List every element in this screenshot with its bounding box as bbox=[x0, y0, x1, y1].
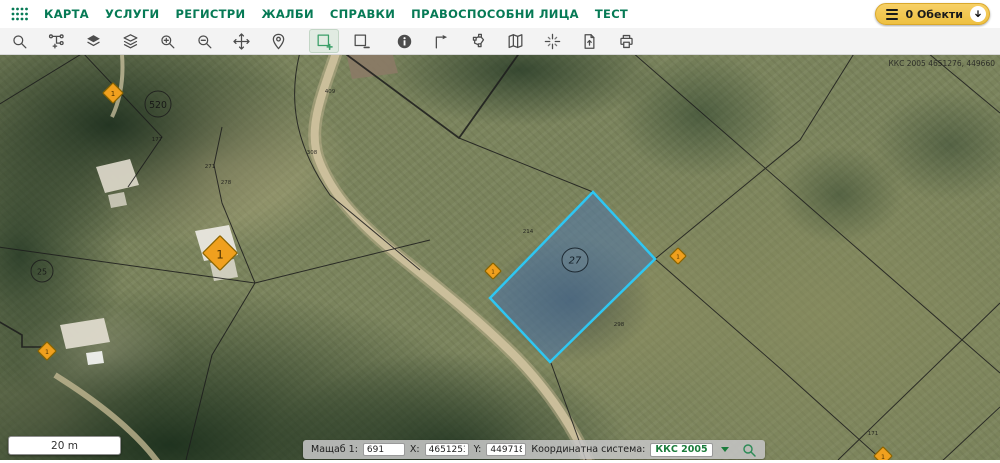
zoom-in-tool-button[interactable] bbox=[152, 29, 182, 53]
diamond-marker[interactable]: 1 bbox=[38, 342, 56, 360]
diamond-marker-label: 1 bbox=[111, 90, 115, 98]
selected-parcel-layer[interactable]: 27 bbox=[490, 192, 655, 362]
circle-label-text: 25 bbox=[37, 267, 47, 276]
parcel-number-label: 271 bbox=[205, 164, 216, 170]
expand-down-icon[interactable] bbox=[970, 6, 986, 22]
y-label: Y: bbox=[474, 444, 482, 455]
info-tool-button[interactable] bbox=[389, 29, 419, 53]
map-toolbar bbox=[0, 28, 1000, 55]
search-tool-button[interactable] bbox=[4, 29, 34, 53]
circle-labels-layer: 520 25 bbox=[31, 91, 171, 282]
parcel-number-label: 409 bbox=[325, 89, 336, 95]
print-tool-button[interactable] bbox=[611, 29, 641, 53]
diamond-marker-label: 1 bbox=[491, 270, 495, 276]
parcel-number-label: 298 bbox=[614, 322, 625, 328]
pan-tool-button[interactable] bbox=[226, 29, 256, 53]
mouse-position-readout: ККС 2005 4651276, 449660 bbox=[888, 59, 995, 68]
crs-dropdown-arrow-icon[interactable] bbox=[721, 447, 729, 452]
menu-item-pravosposobni-litsa[interactable]: ПРАВОСПОСОБНИ ЛИЦА bbox=[411, 7, 579, 21]
hamburger-icon bbox=[886, 9, 898, 20]
snap-crosshair-tool-button[interactable] bbox=[537, 29, 567, 53]
scale-label: Мащаб 1: bbox=[311, 444, 358, 455]
polygon-select-tool-button[interactable] bbox=[463, 29, 493, 53]
apps-grid-icon[interactable] bbox=[10, 5, 30, 23]
top-menu-bar: КАРТА УСЛУГИ РЕГИСТРИ ЖАЛБИ СПРАВКИ ПРАВ… bbox=[0, 0, 1000, 28]
selected-parcel-polygon[interactable] bbox=[490, 192, 655, 362]
objects-button[interactable]: 0 Обекти bbox=[875, 3, 990, 25]
diamond-marker-label: 1 bbox=[676, 255, 680, 261]
menu-item-spravki[interactable]: СПРАВКИ bbox=[330, 7, 395, 21]
scale-input[interactable] bbox=[363, 443, 405, 456]
parcel-number-labels-layer: 409177308214298171271278 bbox=[152, 89, 879, 437]
gis-application: КАРТА УСЛУГИ РЕГИСТРИ ЖАЛБИ СПРАВКИ ПРАВ… bbox=[0, 0, 1000, 463]
scale-bar: 20 m bbox=[8, 436, 121, 455]
layers-tool-button[interactable] bbox=[115, 29, 145, 53]
diamond-marker-label: 1 bbox=[45, 349, 49, 356]
x-label: X: bbox=[410, 444, 420, 455]
x-coordinate-input[interactable] bbox=[425, 443, 469, 456]
menu-item-zhalbi[interactable]: ЖАЛБИ bbox=[261, 7, 313, 21]
menu-item-test[interactable]: ТЕСТ bbox=[595, 7, 628, 21]
parcel-boundaries bbox=[0, 55, 1000, 460]
dirt-road bbox=[55, 55, 590, 460]
crs-select[interactable]: ККС 2005 bbox=[650, 443, 712, 457]
zoom-out-tool-button[interactable] bbox=[189, 29, 219, 53]
network-select-tool-button[interactable] bbox=[41, 29, 71, 53]
parcel-number-label: 177 bbox=[152, 137, 163, 143]
select-rectangle-remove-tool-button[interactable] bbox=[346, 29, 376, 53]
scale-bar-label: 20 m bbox=[51, 440, 78, 452]
objects-count-label: 0 Обекти bbox=[905, 8, 963, 21]
y-coordinate-input[interactable] bbox=[486, 443, 526, 456]
crs-value: ККС 2005 bbox=[655, 444, 707, 455]
diamond-markers-layer: 1 1 1 1 1 1 bbox=[38, 83, 892, 460]
export-tool-button[interactable] bbox=[574, 29, 604, 53]
menu-item-uslugi[interactable]: УСЛУГИ bbox=[105, 7, 159, 21]
menu-item-registri[interactable]: РЕГИСТРИ bbox=[175, 7, 245, 21]
diamond-marker[interactable]: 1 bbox=[485, 263, 501, 279]
coordinates-search-icon[interactable] bbox=[741, 442, 757, 458]
map-overlay: 27 52025 409177308214298171271278 111111… bbox=[0, 55, 1000, 460]
menu-item-karta[interactable]: КАРТА bbox=[44, 7, 89, 21]
parcel-number-label: 278 bbox=[221, 180, 232, 186]
locate-tool-button[interactable] bbox=[263, 29, 293, 53]
diamond-marker-label: 1 bbox=[881, 454, 885, 460]
diamond-marker[interactable]: 1 bbox=[874, 447, 892, 460]
parcel-number-label: 214 bbox=[523, 229, 534, 235]
map-overview-tool-button[interactable] bbox=[500, 29, 530, 53]
selected-parcel-number: 27 bbox=[569, 256, 582, 267]
map-status-bar: Мащаб 1: X: Y: Координатна система: ККС … bbox=[303, 440, 765, 459]
crs-label: Координатна система: bbox=[531, 444, 645, 455]
circle-label-text: 520 bbox=[149, 100, 167, 111]
main-menu: КАРТА УСЛУГИ РЕГИСТРИ ЖАЛБИ СПРАВКИ ПРАВ… bbox=[44, 7, 628, 21]
diamond-marker[interactable]: 1 bbox=[670, 248, 686, 264]
layers-visibility-tool-button[interactable] bbox=[78, 29, 108, 53]
map-canvas[interactable]: 27 52025 409177308214298171271278 111111… bbox=[0, 55, 1000, 460]
select-rectangle-add-tool-button[interactable] bbox=[309, 29, 339, 53]
corner-measure-tool-button[interactable] bbox=[426, 29, 456, 53]
diamond-marker-label: 1 bbox=[216, 247, 224, 261]
parcel-number-label: 308 bbox=[307, 150, 318, 156]
parcel-number-label: 171 bbox=[868, 431, 879, 437]
